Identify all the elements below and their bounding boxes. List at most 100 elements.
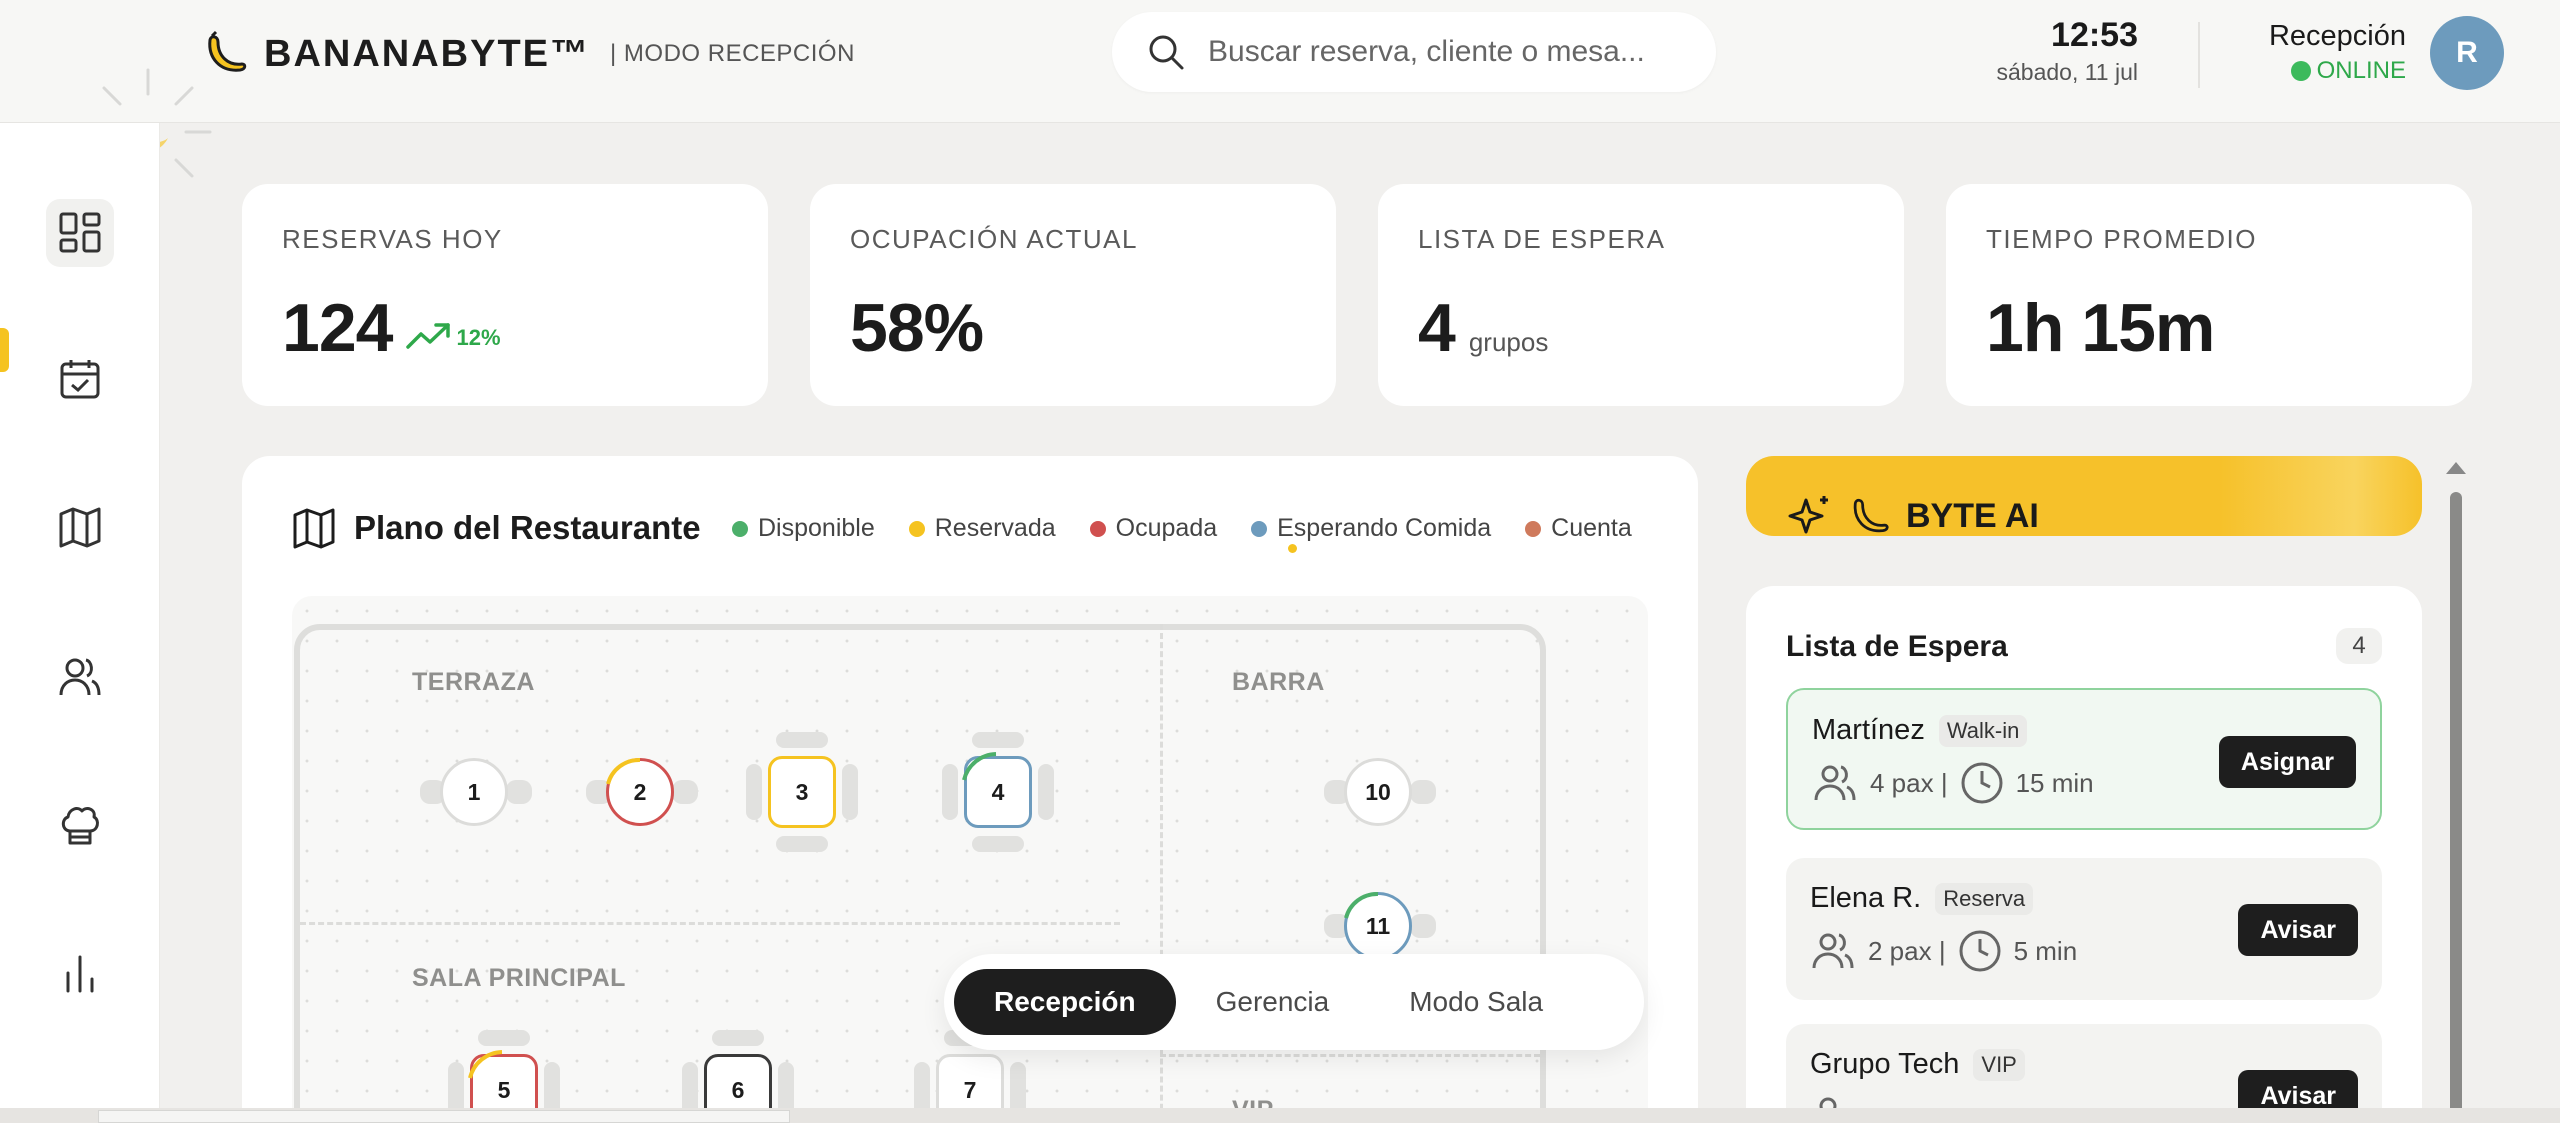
chair xyxy=(1038,764,1054,820)
chair xyxy=(942,764,958,820)
brand-name: BANANABYTE™ xyxy=(264,32,590,75)
user-info[interactable]: Recepción ONLINE xyxy=(2269,20,2406,85)
chair xyxy=(972,836,1024,852)
stat-label: LISTA DE ESPERA xyxy=(1418,224,1666,254)
guest-pax: 2 pax | xyxy=(1868,935,1946,966)
clock-icon xyxy=(1961,762,2003,804)
top-bar: BANANABYTE™ | MODO RECEPCIÓN 12:53 sábad… xyxy=(0,0,2560,123)
nav-customers[interactable] xyxy=(46,643,114,711)
table-number: 10 xyxy=(1344,758,1412,826)
online-dot-icon xyxy=(2290,61,2311,81)
sidebar xyxy=(0,123,160,1123)
zone-divider xyxy=(300,922,1120,925)
legend-label: Ocupada xyxy=(1115,514,1218,542)
nav-floor-map[interactable] xyxy=(46,493,114,561)
guest-name: Elena R. xyxy=(1810,882,1922,914)
legend-dot-icon xyxy=(1089,520,1106,537)
users-icon xyxy=(1812,933,1854,969)
clock-icon xyxy=(1959,930,2001,972)
legend-item: Esperando Comida xyxy=(1251,514,1491,543)
zone-divider xyxy=(1160,1054,1540,1057)
stat-label: OCUPACIÓN ACTUAL xyxy=(850,224,1138,254)
stat-trend-value: 12% xyxy=(456,325,501,350)
brand-logo[interactable]: BANANABYTE™ | MODO RECEPCIÓN xyxy=(202,30,855,78)
chair xyxy=(972,732,1024,748)
chair xyxy=(746,764,762,820)
mode-btn-management[interactable]: Gerencia xyxy=(1176,969,1370,1035)
user-status-label: ONLINE xyxy=(2316,57,2406,84)
stat-card-reservations: RESERVAS HOY 124 12% xyxy=(242,184,768,406)
legend-label: Reservada xyxy=(934,514,1056,542)
assign-button[interactable]: Asignar xyxy=(2218,736,2356,788)
users-icon xyxy=(59,658,101,696)
waitlist-count-badge: 4 xyxy=(2336,628,2382,664)
chair xyxy=(776,732,828,748)
dashboard-icon xyxy=(59,212,101,253)
notify-button[interactable]: Avisar xyxy=(2238,904,2358,956)
legend-item: Cuenta xyxy=(1525,514,1632,543)
legend-dot-icon xyxy=(908,520,925,537)
bar-chart-icon xyxy=(66,955,94,993)
status-legend: Disponible Reservada Ocupada Esperando C… xyxy=(732,514,1632,543)
floor-plan-title: Plano del Restaurante xyxy=(354,509,701,546)
progress-arc-icon xyxy=(962,752,997,781)
search-input[interactable] xyxy=(1208,35,1688,69)
stat-value: 58% xyxy=(850,290,984,366)
waitlist-item[interactable]: Martínez Walk-in 4 pax | 15 min Asignar xyxy=(1786,688,2382,830)
guest-tag: Walk-in xyxy=(1938,714,2028,747)
stat-card-avg-time: TIEMPO PROMEDIO 1h 15m xyxy=(1946,184,2472,406)
stat-label: TIEMPO PROMEDIO xyxy=(1986,224,2257,254)
banana-logo-icon xyxy=(1853,498,1889,533)
stat-value: 4 xyxy=(1418,290,1456,366)
search-icon xyxy=(1149,35,1184,70)
table-number: 3 xyxy=(768,756,836,828)
chef-hat-icon xyxy=(61,807,99,845)
chair xyxy=(478,1030,530,1046)
byte-ai-card[interactable]: BYTE AI xyxy=(1746,456,2422,536)
stat-label: RESERVAS HOY xyxy=(282,224,503,254)
nav-reports[interactable] xyxy=(46,939,114,1007)
nav-kitchen[interactable] xyxy=(46,791,114,859)
mode-btn-floor[interactable]: Modo Sala xyxy=(1369,969,1583,1035)
chair xyxy=(506,780,532,804)
map-icon xyxy=(293,508,335,549)
zone-label-sala: SALA PRINCIPAL xyxy=(412,964,626,992)
zone-label-terraza: TERRAZA xyxy=(412,668,535,696)
legend-item: Ocupada xyxy=(1089,514,1218,543)
clock: 12:53 sábado, 11 jul xyxy=(1996,16,2138,86)
table-number: 1 xyxy=(440,758,508,826)
floor-plan-header: Plano del Restaurante xyxy=(292,506,701,550)
mode-switcher: Recepción Gerencia Modo Sala xyxy=(944,954,1644,1050)
waitlist-item[interactable]: Elena R. Reserva 2 pax | 5 min Avisar xyxy=(1786,858,2382,1000)
mode-btn-reception[interactable]: Recepción xyxy=(954,969,1176,1035)
guest-name: Martínez xyxy=(1812,714,1925,746)
map-icon xyxy=(59,507,101,548)
progress-arc-icon xyxy=(606,757,641,785)
chair xyxy=(776,836,828,852)
clock-date: sábado, 11 jul xyxy=(1996,59,2138,85)
stat-value: 1h 15m xyxy=(1986,290,2215,366)
guest-wait-time: 15 min xyxy=(2015,767,2094,798)
nav-dashboard[interactable] xyxy=(46,199,114,267)
guest-pax: 4 pax | xyxy=(1870,767,1948,798)
sparkles-icon xyxy=(1788,496,1828,534)
stat-unit: grupos xyxy=(1468,327,1549,357)
ai-title: BYTE AI xyxy=(1906,496,2039,535)
legend-dot-icon xyxy=(1525,520,1542,537)
search-bar[interactable] xyxy=(1112,12,1716,92)
legend-dot-icon xyxy=(732,520,748,537)
legend-item: Reservada xyxy=(908,514,1056,543)
header-divider xyxy=(2198,22,2200,88)
guest-wait-time: 5 min xyxy=(2013,935,2078,966)
nav-reservations[interactable] xyxy=(46,345,114,413)
calendar-check-icon xyxy=(60,360,100,399)
scroll-up-arrow-icon[interactable] xyxy=(2446,462,2466,474)
legend-label: Cuenta xyxy=(1551,514,1632,542)
mode-label: | MODO RECEPCIÓN xyxy=(610,40,855,67)
active-indicator xyxy=(0,328,9,372)
scrollbar-thumb[interactable] xyxy=(2450,492,2462,1123)
avatar[interactable]: R xyxy=(2430,16,2504,90)
guest-tag: VIP xyxy=(1973,1048,2025,1081)
zone-label-barra: BARRA xyxy=(1232,668,1325,696)
waitlist-panel: Lista de Espera 4 Martínez Walk-in 4 pax… xyxy=(1746,586,2422,1123)
